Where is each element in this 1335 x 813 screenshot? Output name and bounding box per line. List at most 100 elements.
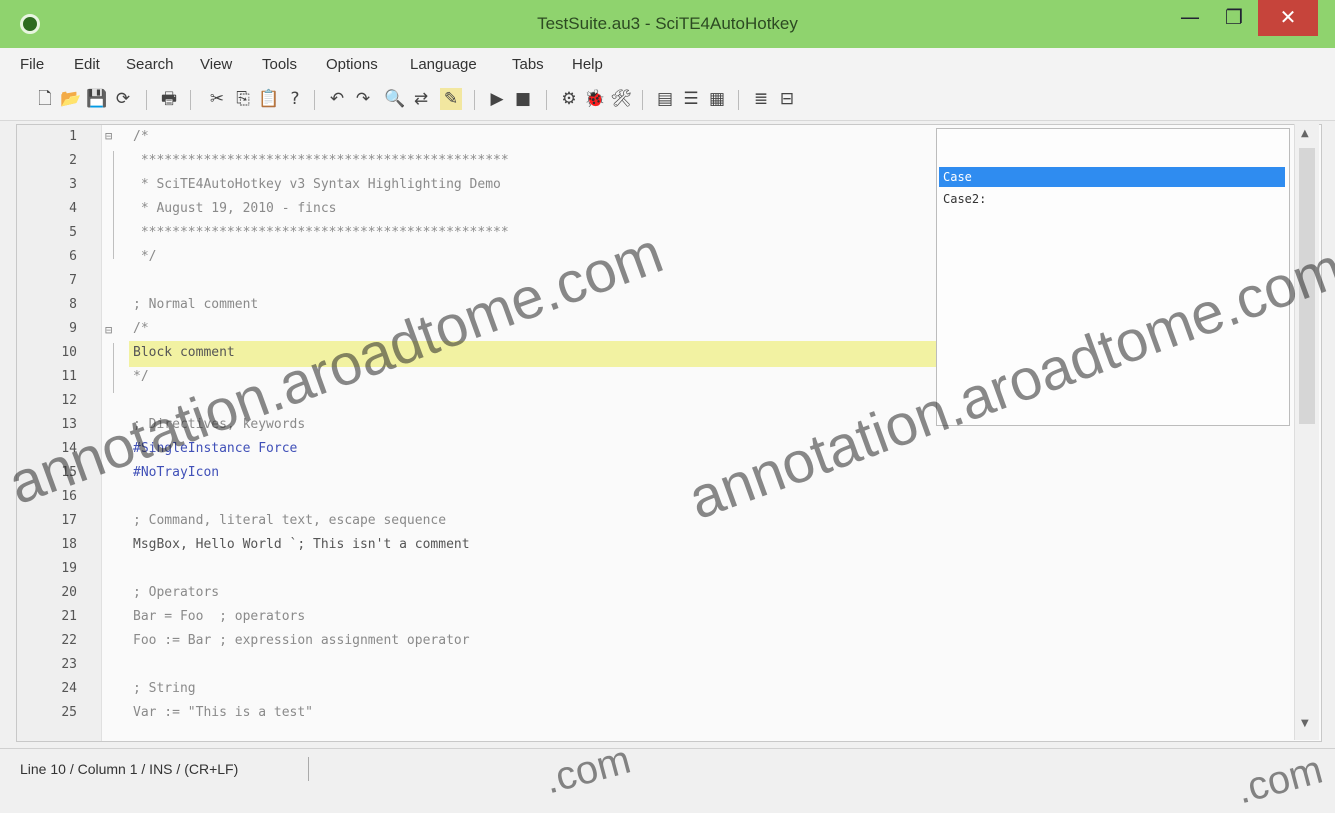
line-number: 3	[69, 177, 77, 192]
reload-icon[interactable]: ⟳	[112, 88, 134, 110]
code-line[interactable]: /*	[133, 321, 149, 345]
menu-tabs[interactable]: Tabs	[512, 56, 544, 73]
tools-icon[interactable]: 🛠	[610, 88, 632, 110]
line-number: 2	[69, 153, 77, 168]
debug-icon[interactable]: 🐞	[584, 88, 606, 110]
menu-bar: File Edit Search View Tools Options Lang…	[0, 48, 1335, 78]
line-number: 24	[61, 681, 77, 696]
copy-icon[interactable]: ⎘	[232, 88, 254, 110]
menu-view[interactable]: View	[200, 56, 232, 73]
redo-icon[interactable]: ↷	[352, 88, 374, 110]
status-divider	[308, 757, 309, 781]
line-number: 19	[61, 561, 77, 576]
fold-marker-icon[interactable]: ⊟	[105, 129, 112, 143]
scroll-down-icon[interactable]: ▼	[1301, 718, 1309, 729]
code-line[interactable]: * SciTE4AutoHotkey v3 Syntax Highlightin…	[133, 177, 501, 201]
new-file-icon[interactable]: 🗋	[34, 88, 56, 110]
code-line[interactable]: Var := "This is a test"	[133, 705, 313, 729]
undo-icon[interactable]: ↶	[326, 88, 348, 110]
code-line[interactable]: ; Normal comment	[133, 297, 258, 321]
stop-icon[interactable]: ■	[512, 88, 534, 110]
menu-help[interactable]: Help	[572, 56, 603, 73]
line-number-gutter: 1 2 3 4 5 6 7 8 9 10 11 12 13 14 15 16 1…	[17, 125, 102, 741]
status-text: Line 10 / Column 1 / INS / (CR+LF)	[20, 761, 239, 777]
toolbar-separator	[190, 90, 191, 110]
menu-edit[interactable]: Edit	[74, 56, 100, 73]
fold-guide	[113, 151, 114, 259]
line-number: 11	[61, 369, 77, 384]
menu-search[interactable]: Search	[126, 56, 174, 73]
menu-tools[interactable]: Tools	[262, 56, 297, 73]
autocomplete-list[interactable]: Case Case2:	[936, 128, 1290, 426]
line-number: 8	[69, 297, 77, 312]
help-icon[interactable]: ?	[284, 88, 306, 110]
code-line[interactable]: ; Operators	[133, 585, 219, 609]
vertical-scrollbar[interactable]: ▲ ▼	[1294, 124, 1319, 740]
line-number: 22	[61, 633, 77, 648]
line-number: 4	[69, 201, 77, 216]
code-line[interactable]: Foo := Bar ; expression assignment opera…	[133, 633, 470, 657]
toolbar-separator	[546, 90, 547, 110]
replace-icon[interactable]: ⇄	[410, 88, 432, 110]
split-icon[interactable]: ⊟	[776, 88, 798, 110]
find-icon[interactable]: 🔍	[384, 88, 406, 110]
maximize-button[interactable]: ❐	[1214, 0, 1254, 36]
code-line[interactable]: Bar = Foo ; operators	[133, 609, 305, 633]
run-icon[interactable]: ▶	[486, 88, 508, 110]
code-line[interactable]: */	[133, 369, 149, 393]
toolbar-separator	[146, 90, 147, 110]
code-line[interactable]: MsgBox, Hello World `; This isn't a comm…	[133, 537, 470, 561]
panel-icon[interactable]: ▤	[654, 88, 676, 110]
line-number: 14	[61, 441, 77, 456]
code-line[interactable]: #NoTrayIcon	[133, 465, 219, 489]
menu-options[interactable]: Options	[326, 56, 378, 73]
outline-icon[interactable]: ≣	[750, 88, 772, 110]
code-line[interactable]: ****************************************…	[133, 153, 509, 177]
toolbar-separator	[738, 90, 739, 110]
line-number: 13	[61, 417, 77, 432]
list-icon[interactable]: ☰	[680, 88, 702, 110]
line-number: 12	[61, 393, 77, 408]
window-title: TestSuite.au3 - SciTE4AutoHotkey	[537, 14, 798, 33]
minimize-button[interactable]: —	[1170, 0, 1210, 36]
close-button[interactable]: ✕	[1258, 0, 1318, 36]
line-number: 5	[69, 225, 77, 240]
autocomplete-item[interactable]: Case2:	[939, 189, 1285, 209]
paste-icon[interactable]: 📋	[258, 88, 280, 110]
line-number: 23	[61, 657, 77, 672]
menu-file[interactable]: File	[20, 56, 44, 73]
autocomplete-item-selected[interactable]: Case	[939, 167, 1285, 187]
code-line[interactable]: #SingleInstance Force	[133, 441, 297, 465]
code-line[interactable]: */	[133, 249, 157, 273]
code-line[interactable]: Block comment	[133, 345, 235, 369]
print-icon[interactable]: 🖶	[158, 88, 180, 110]
scrollbar-thumb[interactable]	[1299, 148, 1315, 424]
toolbar-separator	[314, 90, 315, 110]
cut-icon[interactable]: ✂	[206, 88, 228, 110]
title-bar: TestSuite.au3 - SciTE4AutoHotkey — ❐ ✕	[0, 0, 1335, 48]
code-line[interactable]: ; String	[133, 681, 196, 705]
settings-icon[interactable]: ⚙	[558, 88, 580, 110]
code-line[interactable]: * August 19, 2010 - fincs	[133, 201, 337, 225]
line-number: 20	[61, 585, 77, 600]
current-line-highlight	[129, 341, 939, 367]
line-number: 17	[61, 513, 77, 528]
line-number: 10	[61, 345, 77, 360]
code-line[interactable]: /*	[133, 129, 149, 153]
toolbar-separator	[642, 90, 643, 110]
code-line[interactable]: ****************************************…	[133, 225, 509, 249]
line-number: 18	[61, 537, 77, 552]
highlight-icon[interactable]: ✎	[440, 88, 462, 110]
scroll-up-icon[interactable]: ▲	[1301, 128, 1309, 139]
status-bar: Line 10 / Column 1 / INS / (CR+LF)	[0, 748, 1335, 792]
fold-guide	[113, 343, 114, 393]
line-number: 15	[61, 465, 77, 480]
toolbar: 🗋 📂 💾 ⟳ 🖶 ✂ ⎘ 📋 ? ↶ ↷ 🔍 ⇄ ✎ ▶ ■ ⚙ 🐞 🛠 ▤ …	[0, 78, 1335, 121]
open-icon[interactable]: 📂	[60, 88, 82, 110]
save-icon[interactable]: 💾	[86, 88, 108, 110]
table-icon[interactable]: ▦	[706, 88, 728, 110]
menu-language[interactable]: Language	[410, 56, 477, 73]
fold-marker-icon[interactable]: ⊟	[105, 323, 112, 337]
code-line[interactable]: ; Directives, keywords	[133, 417, 305, 441]
code-line[interactable]: ; Command, literal text, escape sequence	[133, 513, 446, 537]
